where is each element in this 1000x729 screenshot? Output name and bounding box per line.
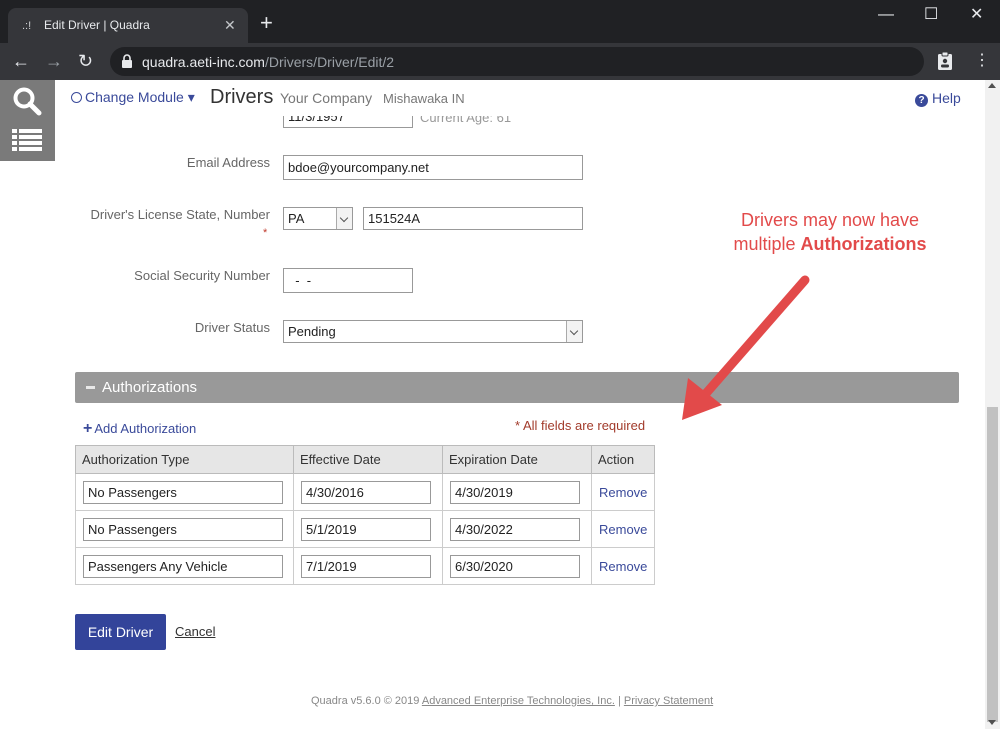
remove-link[interactable]: Remove bbox=[599, 559, 647, 574]
address-bar[interactable]: quadra.aeti-inc.com/Drivers/Driver/Edit/… bbox=[110, 47, 924, 76]
company-link[interactable]: Advanced Enterprise Technologies, Inc. bbox=[422, 695, 615, 707]
back-icon[interactable]: ← bbox=[12, 51, 30, 71]
company-name: Your Company bbox=[280, 90, 373, 106]
company-location: Mishawaka IN bbox=[383, 91, 465, 106]
footer-separator: | bbox=[614, 695, 624, 707]
forward-icon[interactable]: → bbox=[45, 51, 63, 71]
remove-link[interactable]: Remove bbox=[599, 522, 647, 537]
edit-driver-button[interactable]: Edit Driver bbox=[75, 614, 166, 650]
menu-icon[interactable]: ⋮ bbox=[974, 51, 990, 71]
annotation-line1: Drivers may now have bbox=[740, 210, 920, 230]
table-row: Passengers Any Vehicle 7/1/2019 6/30/202… bbox=[75, 547, 656, 585]
email-label: Email Address bbox=[186, 155, 270, 170]
table-row: No Passengers 4/30/2016 4/30/2019 Remove bbox=[75, 473, 656, 511]
current-age: Current Age: 61 bbox=[420, 116, 512, 125]
add-authorization-button[interactable]: + Add Authorization bbox=[83, 421, 196, 437]
plus-icon: + bbox=[83, 420, 93, 437]
ssn-label: Social Security Number bbox=[134, 268, 270, 283]
column-header: Authorization Type bbox=[75, 445, 294, 474]
scroll-down-icon[interactable] bbox=[988, 720, 996, 725]
cancel-link[interactable]: Cancel bbox=[175, 624, 215, 640]
close-tab-icon[interactable]: ✕ bbox=[224, 16, 236, 34]
browser-tab[interactable]: .:! Edit Driver | Quadra ✕ bbox=[8, 8, 248, 43]
privacy-link[interactable]: Privacy Statement bbox=[624, 695, 713, 707]
email-field[interactable]: bdoe@yourcompany.net bbox=[283, 155, 583, 180]
required-fields-note: * All fields are required bbox=[515, 418, 646, 433]
page-title: Drivers bbox=[210, 86, 274, 108]
annotation-callout: Drivers may now have multiple Authorizat… bbox=[725, 208, 935, 256]
maximize-icon[interactable]: ☐ bbox=[924, 6, 938, 24]
effective-date-select[interactable]: 7/1/2019 bbox=[301, 554, 431, 578]
new-tab-icon[interactable]: + bbox=[260, 12, 273, 34]
annotation-line2: multiple Authorizations bbox=[733, 234, 927, 254]
page-scrollbar[interactable] bbox=[985, 80, 1000, 729]
left-rail bbox=[0, 80, 55, 161]
scroll-up-icon[interactable] bbox=[988, 83, 996, 88]
driver-status-select[interactable]: Pending bbox=[283, 320, 583, 343]
license-state-select[interactable]: PA bbox=[283, 207, 353, 230]
main-content: 11/3/1957 Current Age: 61 Email Address … bbox=[55, 116, 985, 729]
search-icon[interactable] bbox=[12, 86, 42, 116]
app-header: Change Module ▾ Drivers Your Company Mis… bbox=[55, 80, 985, 116]
expiration-date-select[interactable]: 6/30/2020 bbox=[450, 554, 580, 578]
column-header: Expiration Date bbox=[442, 445, 592, 474]
required-marker: * bbox=[263, 227, 268, 239]
help-button[interactable]: ? Help bbox=[915, 90, 961, 107]
tab-title: Edit Driver | Quadra bbox=[44, 18, 150, 32]
browser-toolbar: ← → ↻ quadra.aeti-inc.com/Drivers/Driver… bbox=[0, 43, 1000, 80]
table-row: No Passengers 5/1/2019 4/30/2022 Remove bbox=[75, 510, 656, 548]
section-title: Authorizations bbox=[102, 379, 198, 396]
authorizations-table: Authorization Type Effective Date Expira… bbox=[75, 445, 656, 585]
expiration-date-select[interactable]: 4/30/2022 bbox=[450, 517, 580, 541]
remove-link[interactable]: Remove bbox=[599, 485, 647, 500]
scroll-thumb[interactable] bbox=[987, 407, 998, 722]
clipboard-icon[interactable] bbox=[937, 51, 953, 71]
reload-icon[interactable]: ↻ bbox=[78, 51, 93, 71]
license-number-field[interactable]: 151524A bbox=[363, 207, 583, 230]
close-window-icon[interactable]: ✕ bbox=[970, 6, 983, 24]
authorization-type-select[interactable]: No Passengers bbox=[83, 517, 283, 541]
effective-date-select[interactable]: 5/1/2019 bbox=[301, 517, 431, 541]
question-icon: ? bbox=[915, 94, 928, 107]
authorizations-section-header[interactable]: Authorizations bbox=[75, 372, 959, 403]
expiration-date-select[interactable]: 4/30/2019 bbox=[450, 480, 580, 504]
dob-field[interactable]: 11/3/1957 bbox=[283, 116, 413, 128]
compass-icon bbox=[71, 92, 82, 103]
authorization-type-select[interactable]: Passengers Any Vehicle bbox=[83, 554, 283, 578]
browser-titlebar: .:! Edit Driver | Quadra ✕ + — ☐ ✕ bbox=[0, 0, 1000, 43]
effective-date-select[interactable]: 4/30/2016 bbox=[301, 480, 431, 504]
collapse-icon[interactable] bbox=[86, 386, 95, 389]
ssn-field[interactable]: - - bbox=[283, 268, 413, 293]
change-module-button[interactable]: Change Module ▾ bbox=[71, 89, 195, 106]
column-header: Action bbox=[590, 445, 656, 474]
list-icon[interactable] bbox=[12, 128, 42, 152]
chevron-down-icon bbox=[566, 321, 582, 342]
chevron-down-icon bbox=[336, 208, 352, 229]
footer-version: Quadra v5.6.0 © 2019 bbox=[311, 695, 422, 707]
minimize-icon[interactable]: — bbox=[878, 6, 894, 24]
license-label: Driver's License State, Number bbox=[90, 207, 271, 222]
authorization-type-select[interactable]: No Passengers bbox=[83, 480, 283, 504]
lock-icon bbox=[122, 54, 132, 68]
footer: Quadra v5.6.0 © 2019 Advanced Enterprise… bbox=[311, 694, 713, 708]
url-text: quadra.aeti-inc.com/Drivers/Driver/Edit/… bbox=[142, 54, 395, 70]
table-header-row: Authorization Type Effective Date Expira… bbox=[75, 445, 656, 474]
loading-icon: .:! bbox=[22, 20, 32, 32]
status-label: Driver Status bbox=[194, 320, 270, 335]
column-header: Effective Date bbox=[293, 445, 443, 474]
